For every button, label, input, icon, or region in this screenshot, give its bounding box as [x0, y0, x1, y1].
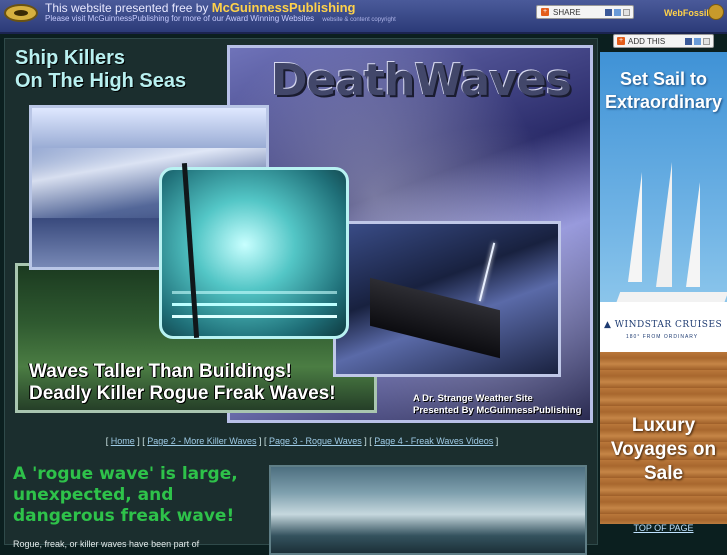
- container-ship-image: [333, 221, 561, 377]
- addthis-plus-icon: +: [617, 37, 625, 45]
- nav-page-2[interactable]: Page 2 - More Killer Waves: [147, 436, 256, 446]
- sail-icon: [656, 162, 672, 287]
- windstar-logo: ▲ WINDSTAR CRUISES: [604, 320, 724, 330]
- facebook-icon: [605, 8, 612, 16]
- addthis-social-icons: [685, 37, 710, 45]
- share-label: SHARE: [553, 7, 581, 17]
- digg-icon: [623, 8, 630, 16]
- hero-caption-line1: Waves Taller Than Buildings!: [29, 361, 292, 382]
- banner-visit-text[interactable]: Please visit McGuinnessPublishing for mo…: [45, 14, 314, 23]
- banner-prefix: This website presented free by: [45, 1, 209, 15]
- nav-page-4[interactable]: Page 4 - Freak Waves Videos: [374, 436, 493, 446]
- windstar-brand: WINDSTAR CRUISES: [614, 320, 723, 330]
- share-plus-icon: +: [541, 8, 549, 16]
- article-body: Rogue, freak, or killer waves have been …: [13, 539, 200, 549]
- copyright-text[interactable]: website & content copyright: [322, 17, 395, 23]
- webfossil-link[interactable]: WebFossil: [664, 8, 709, 18]
- page-nav: [ Home ] [ Page 2 - More Killer Waves ] …: [105, 436, 499, 446]
- delicious-icon: [614, 8, 621, 16]
- hero-caption: Waves Taller Than Buildings! Deadly Kill…: [29, 361, 336, 405]
- banner-presented-by[interactable]: This website presented free by McGuinnes…: [45, 0, 356, 15]
- hero-credit-line1: A Dr. Strange Weather Site: [413, 393, 533, 404]
- nav-page-3[interactable]: Page 3 - Rogue Waves: [269, 436, 362, 446]
- top-of-page-link[interactable]: TOP OF PAGE: [600, 523, 727, 533]
- sail-icon: [628, 172, 642, 282]
- hero-credit: A Dr. Strange Weather Site Presented By …: [413, 393, 581, 417]
- hero-credit-line2: Presented By McGuinnessPublishing: [413, 405, 582, 416]
- hero-collage: DeathWaves Ship Killers On The High Seas…: [11, 43, 593, 423]
- windstar-tagline: 180° FROM ORDINARY: [626, 334, 699, 340]
- addthis-button[interactable]: + ADD THIS: [613, 34, 714, 48]
- sail-icon: [686, 182, 700, 287]
- hero-title-line1: Ship Killers: [15, 47, 126, 69]
- facebook-icon: [685, 37, 692, 45]
- digg-icon: [703, 37, 710, 45]
- nav-home[interactable]: Home: [111, 436, 135, 446]
- rogue-wave-photo: [269, 465, 587, 555]
- social-icons: [605, 8, 630, 16]
- main-content: DeathWaves Ship Killers On The High Seas…: [4, 38, 598, 555]
- banner-subline: Please visit McGuinnessPublishing for mo…: [45, 14, 396, 23]
- share-button[interactable]: + SHARE: [536, 5, 634, 19]
- hero-title-line2: On The High Seas: [15, 70, 187, 92]
- webfossil-icon[interactable]: [708, 4, 724, 20]
- addthis-label: ADD THIS: [628, 36, 666, 46]
- top-banner: This website presented free by McGuinnes…: [0, 0, 727, 34]
- mcguinness-logo-icon[interactable]: [4, 4, 38, 22]
- hero-title: Ship Killers On The High Seas: [15, 47, 186, 93]
- delicious-icon: [694, 37, 701, 45]
- ad-bottom-text[interactable]: Luxury Voyages on Sale: [600, 414, 727, 486]
- windstar-sail-icon: ▲: [604, 320, 615, 330]
- windstar-ad[interactable]: Set Sail to Extraordinary ▲ WINDSTAR CRU…: [600, 52, 727, 524]
- deathwaves-logo: DeathWaves: [271, 55, 572, 106]
- article-heading: A 'rogue wave' is large, unexpected, and…: [13, 464, 238, 526]
- lightning-bolt: [478, 242, 496, 302]
- banner-brand[interactable]: McGuinnessPublishing: [212, 0, 356, 15]
- ad-headline[interactable]: Set Sail to Extraordinary: [600, 68, 727, 114]
- hero-caption-line2: Deadly Killer Rogue Freak Waves!: [29, 383, 336, 404]
